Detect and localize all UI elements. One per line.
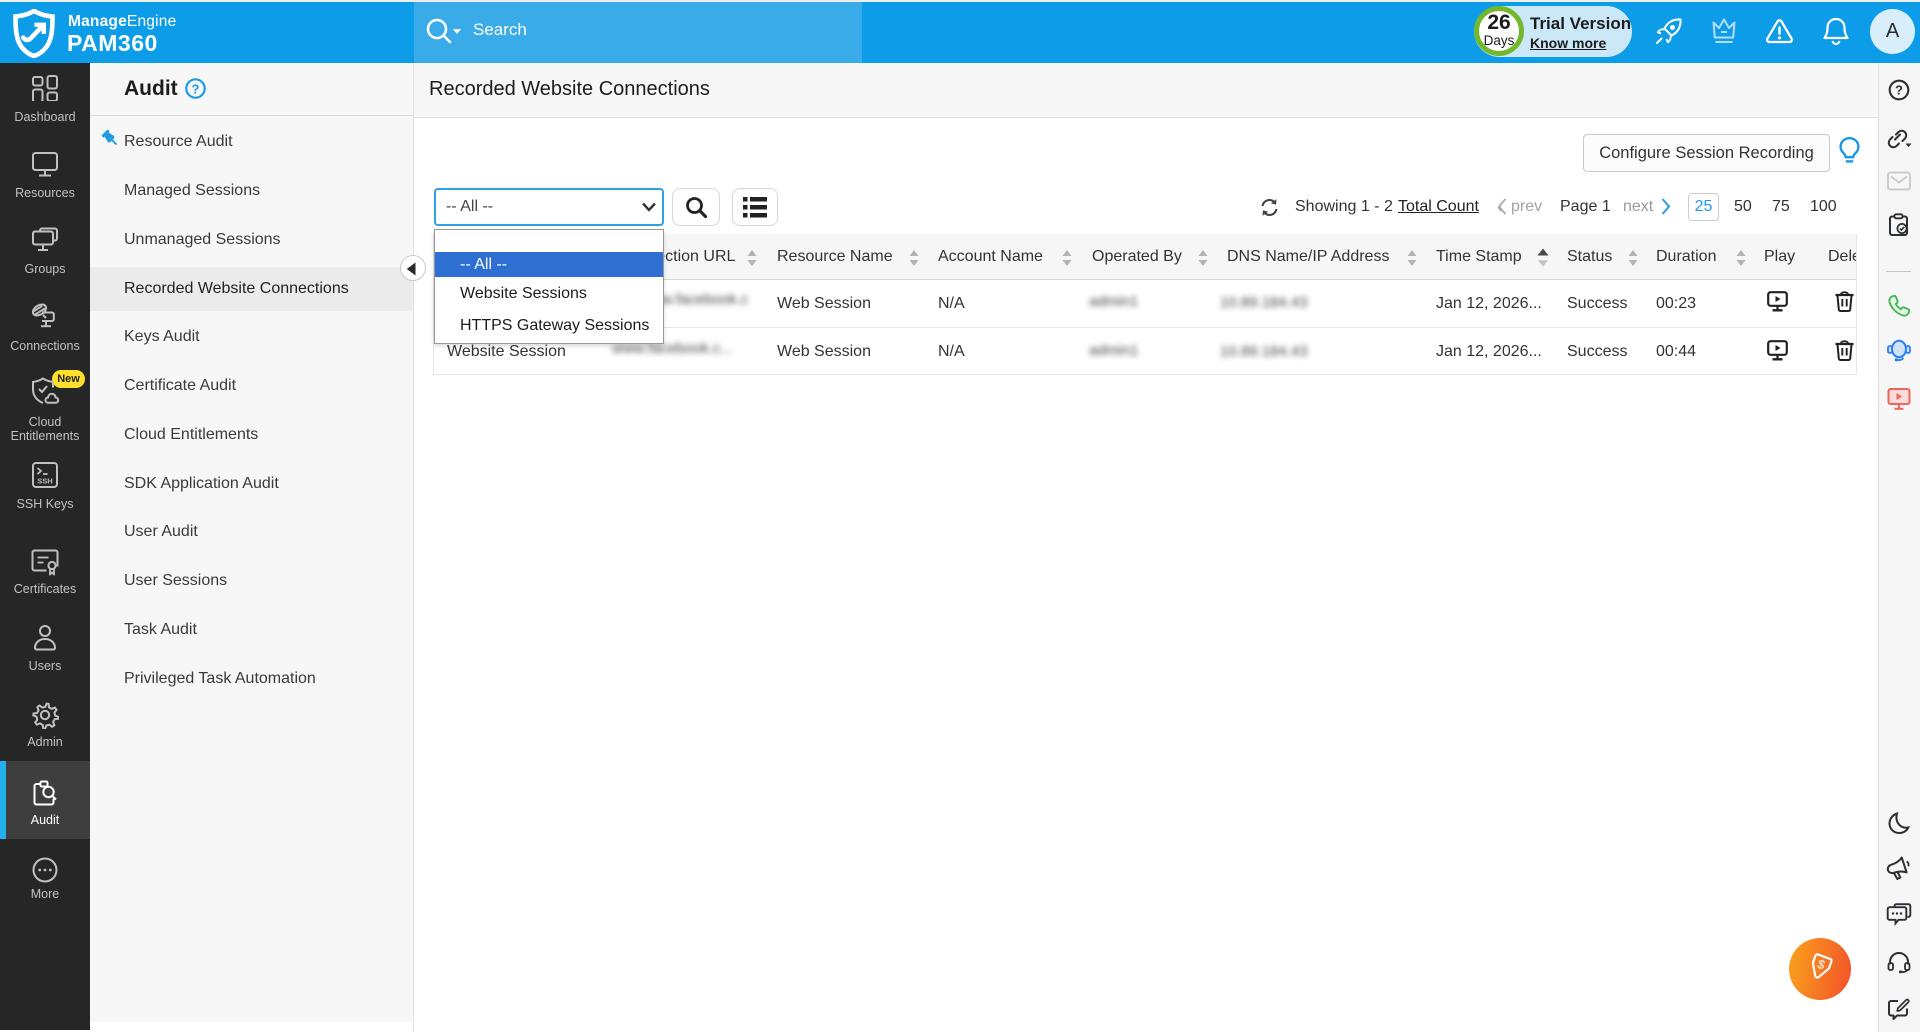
svg-text:$: $ [1816, 957, 1827, 973]
svg-text:?: ? [1895, 83, 1903, 98]
svg-text:SSH: SSH [37, 477, 52, 486]
